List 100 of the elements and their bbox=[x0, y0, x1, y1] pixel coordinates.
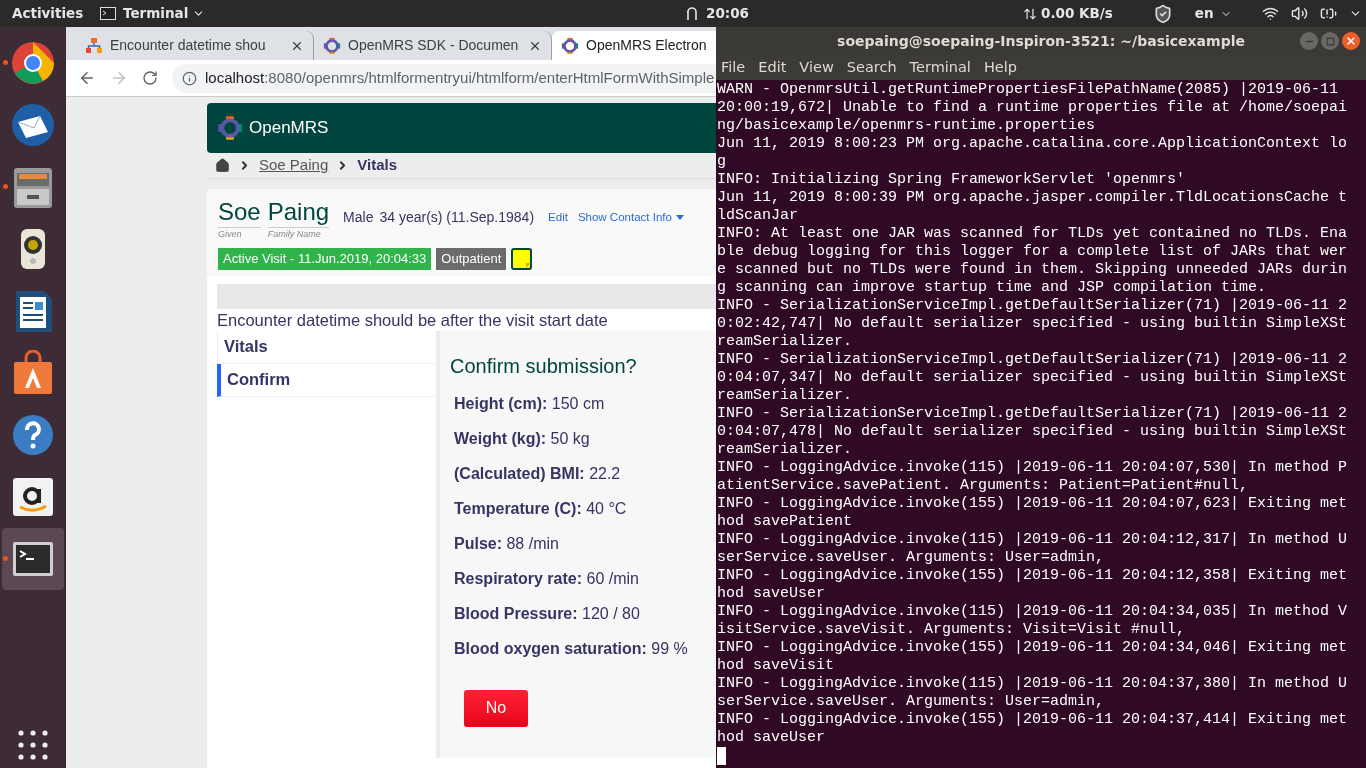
running-indicator-icon bbox=[3, 60, 8, 65]
menu-item[interactable]: Help bbox=[983, 57, 1017, 79]
terminal-line: INFO: At least one JAR was scanned for TLDs yet contained no TLDs. Ena bbox=[717, 225, 1348, 243]
menu-item[interactable]: Edit bbox=[758, 57, 787, 79]
mail-icon bbox=[10, 102, 56, 148]
terminal-line: hod savePatient bbox=[717, 513, 853, 531]
terminal-line: g bbox=[717, 153, 726, 171]
terminal-line: INFO - LoggingAdvice.invoke(115) |2019-06-11 20:04:07,530| In method P bbox=[717, 459, 1348, 477]
breadcrumb-link[interactable]: Soe Paing bbox=[259, 154, 329, 177]
network-speed[interactable]: 0.00 KB/s bbox=[1041, 3, 1113, 24]
terminal-line: 20:00:19,672| Unable to find a runtime properties file at /home/soepai bbox=[717, 99, 1348, 117]
info-icon[interactable] bbox=[182, 70, 197, 86]
edit-link[interactable]: Edit bbox=[548, 209, 568, 227]
field-summary: Weight (kg): 50 kg bbox=[454, 428, 591, 449]
terminal-line: INFO - LoggingAdvice.invoke(155) |2019-06-11 20:04:34,046| Exiting met bbox=[717, 639, 1348, 657]
terminal-line: serService.saveUser. Arguments: User=admin, bbox=[717, 549, 1105, 567]
terminal-line: INFO - SerializationServiceImpl.getDefaultSerializer(71) |2019-06-11 2 bbox=[717, 297, 1348, 315]
terminal-line: INFO - SerializationServiceImpl.getDefaultSerializer(71) |2019-06-11 2 bbox=[717, 351, 1348, 369]
terminal-line: INFO - LoggingAdvice.invoke(155) |2019-06-11 20:04:37,414| Exiting met bbox=[717, 711, 1348, 729]
sticky-note-icon[interactable] bbox=[511, 247, 533, 270]
terminal-line: 0:04:07,478| No default serializer specified - using builtin SimpleXSt bbox=[717, 423, 1348, 441]
breadcrumb-current: Vitals bbox=[357, 155, 397, 176]
given-label: Given bbox=[218, 228, 243, 241]
language-menu[interactable]: en bbox=[1194, 3, 1232, 24]
terminal-line: INFO - LoggingAdvice.invoke(155) |2019-06-11 20:04:12,358| Exiting met bbox=[717, 567, 1348, 585]
home-icon[interactable] bbox=[215, 158, 230, 173]
clock[interactable]: 20:06 bbox=[706, 3, 749, 24]
confirm-title: Confirm submission? bbox=[450, 353, 638, 379]
no-button[interactable]: No bbox=[464, 689, 528, 727]
menu-item[interactable]: Terminal bbox=[909, 57, 971, 79]
terminal-line: e scanned but no TLDs were found in them. Skipping unneeded JARs durin bbox=[717, 261, 1348, 279]
terminal-line: INFO - LoggingAdvice.invoke(115) |2019-06-11 20:04:34,035| In method V bbox=[717, 603, 1348, 621]
field-summary: Respiratory rate: 60 /min bbox=[454, 568, 640, 589]
menu-item[interactable]: File bbox=[721, 57, 746, 79]
menu-item[interactable]: Search bbox=[846, 57, 897, 79]
app-grid-icon[interactable] bbox=[18, 730, 48, 760]
maximize-icon bbox=[1325, 36, 1335, 46]
terminal-line: reamSerializer. bbox=[717, 387, 853, 405]
terminal-line: reamSerializer. bbox=[717, 333, 853, 351]
logo-text: OpenMRS bbox=[249, 117, 329, 140]
terminal-line: 0:04:07,347| No default serializer specified - using builtin SimpleXSt bbox=[717, 369, 1348, 387]
back-icon[interactable] bbox=[78, 69, 96, 87]
chrome-icon bbox=[10, 40, 56, 86]
terminal-line: serService.saveUser. Arguments: User=admin, bbox=[717, 693, 1105, 711]
terminal-line: 0:02:42,747| No default serializer specified - using builtin SimpleXSt bbox=[717, 315, 1348, 333]
wifi-icon[interactable] bbox=[1261, 5, 1279, 22]
tab-title: Encounter datetime shou bbox=[110, 36, 267, 55]
address-bar[interactable]: localhost:8080/openmrs/htmlformentryui/htmlform/enterHtmlFormWithSimple bbox=[172, 63, 716, 93]
terminal-line: hod saveUser bbox=[717, 729, 826, 747]
caret-icon bbox=[675, 214, 684, 221]
visit-type-badge: Outpatient bbox=[436, 247, 507, 270]
tab-title: OpenMRS Electron bbox=[586, 36, 708, 55]
active-visit-badge: Active Visit - 11.Jun.2019, 20:04:33 bbox=[218, 247, 432, 270]
activities-button[interactable]: Activities bbox=[0, 3, 98, 24]
terminal-line: WARN - OpenmrsUtil.getRuntimePropertiesFilePathName(2085) |2019-06-11 bbox=[717, 81, 1339, 99]
terminal-line: ble debug logging for this logger for a complete list of JARs that wer bbox=[717, 243, 1348, 261]
terminal-line: atientService.savePatient. Arguments: Patient=Patient#null, bbox=[717, 477, 1249, 495]
menu-item[interactable]: View bbox=[799, 57, 834, 79]
terminal-line: Jun 11, 2019 8:00:39 PM org.apache.jasper.compiler.TldLocationsCache t bbox=[717, 189, 1348, 207]
terminal-line: reamSerializer. bbox=[717, 441, 853, 459]
close-icon bbox=[1345, 35, 1357, 47]
terminal-line: ldScanJar bbox=[717, 207, 798, 225]
reload-icon[interactable] bbox=[142, 70, 158, 86]
help-icon bbox=[10, 412, 56, 458]
tab-favicon-icon bbox=[85, 36, 103, 55]
terminal-line: INFO - LoggingAdvice.invoke(115) |2019-06-11 20:04:37,380| In method U bbox=[717, 675, 1348, 693]
given-name: Soe bbox=[218, 197, 261, 228]
patient-gender: Male bbox=[343, 208, 374, 227]
input-method-icon[interactable] bbox=[686, 6, 698, 21]
terminal-line: INFO: Initializing Spring FrameworkServlet 'openmrs' bbox=[717, 171, 1186, 189]
close-button[interactable] bbox=[1342, 32, 1360, 50]
family-name-label: Family Name bbox=[267, 228, 322, 241]
terminal-line: Jun 11, 2019 8:00:23 PM org.apache.catalina.core.ApplicationContext lo bbox=[717, 135, 1348, 153]
browser-tab[interactable]: OpenMRS Electron bbox=[552, 31, 716, 60]
terminal-icon bbox=[100, 7, 116, 20]
terminal-line: INFO - LoggingAdvice.invoke(115) |2019-06-11 20:04:12,317| In method U bbox=[717, 531, 1348, 549]
tab-favicon-icon bbox=[323, 36, 341, 55]
show-contact-info-link[interactable]: Show Contact Info bbox=[577, 209, 684, 227]
terminal-line: isitService.saveVisit. Arguments: Visit=Visit #null, bbox=[717, 621, 1186, 639]
terminal-line: INFO - LoggingAdvice.invoke(155) |2019-06-11 20:04:07,623| Exiting met bbox=[717, 495, 1348, 513]
terminal-line: ng/basicexample/openmrs-runtime.properties bbox=[717, 117, 1096, 135]
running-indicator-icon bbox=[3, 184, 8, 189]
field-summary: Blood oxygen saturation: 99 % bbox=[454, 638, 689, 659]
terminal-line: g scanning can improve startup time and JSP compilation time. bbox=[717, 279, 1267, 297]
terminal-line: INFO - SerializationServiceImpl.getDefaultSerializer(71) |2019-06-11 2 bbox=[717, 405, 1348, 423]
running-indicator-icon bbox=[3, 556, 8, 561]
field-summary: Blood Pressure: 120 / 80 bbox=[454, 603, 641, 624]
tab-title: OpenMRS SDK - Documen bbox=[348, 36, 520, 55]
field-summary: (Calculated) BMI: 22.2 bbox=[454, 463, 622, 484]
volume-icon[interactable] bbox=[1290, 5, 1308, 22]
field-summary: Height (cm): 150 cm bbox=[454, 393, 606, 414]
network-arrows-icon bbox=[1023, 6, 1037, 21]
family-name: Paing bbox=[267, 197, 330, 228]
field-summary: Temperature (C): 40 °C bbox=[454, 498, 628, 519]
url-text: localhost:8080/openmrs/htmlformentryui/htmlform/enterHtmlFormWithSimple bbox=[205, 67, 715, 88]
field-summary: Pulse: 88 /min bbox=[454, 533, 560, 554]
patient-age: 34 year(s) (11.Sep.1984) bbox=[379, 208, 535, 227]
terminal-line: hod saveUser bbox=[717, 585, 826, 603]
app-menu[interactable]: Terminal bbox=[123, 3, 206, 24]
dock-item[interactable] bbox=[2, 528, 64, 590]
